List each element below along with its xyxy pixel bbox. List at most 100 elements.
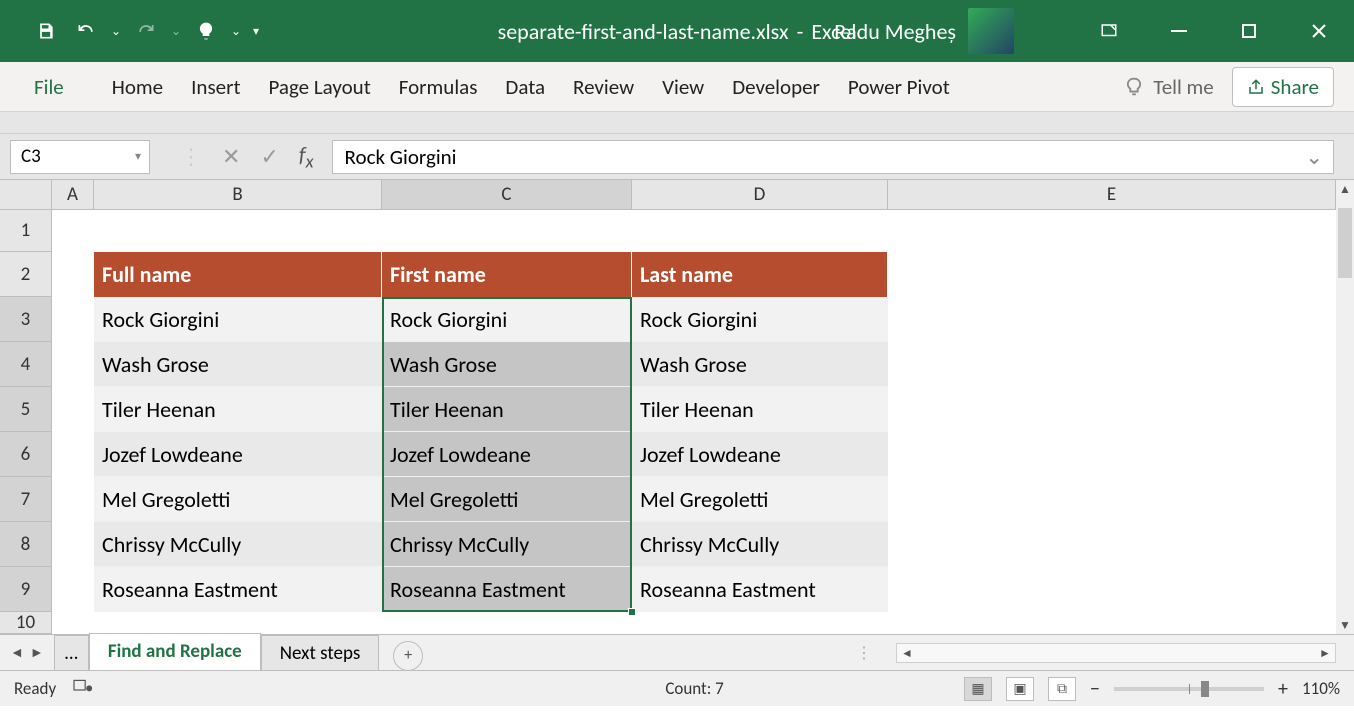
cell[interactable]: [52, 522, 94, 567]
formula-input[interactable]: Rock Giorgini: [332, 140, 1334, 174]
cell[interactable]: [52, 567, 94, 612]
horizontal-scrollbar[interactable]: ◄ ►: [896, 643, 1336, 663]
col-header-b[interactable]: B: [94, 180, 382, 209]
cell[interactable]: [52, 477, 94, 522]
row-header[interactable]: 7: [0, 477, 52, 522]
table-header[interactable]: Full name: [94, 252, 382, 297]
cell[interactable]: Jozef Lowdeane: [382, 432, 632, 477]
row-header[interactable]: 9: [0, 567, 52, 612]
sheet-tab[interactable]: Next steps: [261, 635, 380, 671]
sheet-overflow[interactable]: …: [54, 635, 89, 671]
tab-review[interactable]: Review: [559, 62, 648, 112]
maximize-button[interactable]: [1214, 0, 1284, 62]
scroll-right-button[interactable]: ►: [1315, 646, 1335, 661]
cell[interactable]: Jozef Lowdeane: [94, 432, 382, 477]
tab-power-pivot[interactable]: Power Pivot: [834, 62, 964, 112]
redo-button[interactable]: [128, 13, 164, 49]
cell[interactable]: Tiler Heenan: [382, 387, 632, 432]
user-section[interactable]: Radu Megheș: [834, 8, 1014, 54]
cell[interactable]: [52, 297, 94, 342]
cell[interactable]: Rock Giorgini: [94, 297, 382, 342]
qat-customize[interactable]: ▾: [248, 13, 264, 49]
redo-dropdown[interactable]: ⌄: [168, 13, 184, 49]
tab-view[interactable]: View: [648, 62, 718, 112]
close-button[interactable]: [1284, 0, 1354, 62]
sheet-nav-prev[interactable]: ◄: [10, 644, 24, 661]
row-header[interactable]: 8: [0, 522, 52, 567]
cell[interactable]: [52, 252, 94, 297]
table-header[interactable]: Last name: [632, 252, 888, 297]
cell[interactable]: Roseanna Eastment: [632, 567, 888, 612]
minimize-button[interactable]: [1144, 0, 1214, 62]
view-normal-button[interactable]: ▦: [964, 677, 992, 701]
select-all-corner[interactable]: [0, 180, 52, 210]
scroll-down-button[interactable]: ▼: [1336, 616, 1354, 634]
cell[interactable]: Mel Gregoletti: [382, 477, 632, 522]
cell[interactable]: Wash Grose: [382, 342, 632, 387]
sheet-nav-next[interactable]: ►: [30, 644, 44, 661]
cell[interactable]: Mel Gregoletti: [94, 477, 382, 522]
cell[interactable]: Chrissy McCully: [382, 522, 632, 567]
cell[interactable]: [52, 210, 94, 252]
cell[interactable]: [52, 387, 94, 432]
tab-insert[interactable]: Insert: [177, 62, 254, 112]
cell[interactable]: Tiler Heenan: [632, 387, 888, 432]
tab-developer[interactable]: Developer: [718, 62, 834, 112]
macro-record-icon[interactable]: [72, 678, 92, 699]
cell[interactable]: Rock Giorgini: [632, 297, 888, 342]
col-header-e[interactable]: E: [888, 180, 1336, 209]
enter-formula-button[interactable]: ✓: [260, 143, 278, 170]
row-header[interactable]: 3: [0, 297, 52, 342]
ideas-dropdown[interactable]: ⌄: [228, 13, 244, 49]
zoom-level[interactable]: 110%: [1302, 678, 1340, 699]
cell[interactable]: Chrissy McCully: [94, 522, 382, 567]
row-header[interactable]: 10: [0, 612, 52, 634]
cell[interactable]: Wash Grose: [94, 342, 382, 387]
tab-splitter[interactable]: ⋮: [856, 643, 874, 663]
row-header[interactable]: 5: [0, 387, 52, 432]
row-header[interactable]: 4: [0, 342, 52, 387]
new-sheet-button[interactable]: +: [393, 641, 423, 671]
tab-data[interactable]: Data: [491, 62, 559, 112]
row-header[interactable]: 6: [0, 432, 52, 477]
undo-dropdown[interactable]: ⌄: [108, 13, 124, 49]
zoom-slider[interactable]: [1114, 687, 1264, 691]
scroll-thumb[interactable]: [1338, 208, 1352, 278]
tab-formulas[interactable]: Formulas: [385, 62, 492, 112]
col-header-c[interactable]: C: [382, 180, 632, 209]
tab-page-layout[interactable]: Page Layout: [254, 62, 384, 112]
scroll-up-button[interactable]: ▲: [1336, 180, 1354, 198]
scroll-left-button[interactable]: ◄: [897, 646, 917, 661]
col-header-a[interactable]: A: [52, 180, 94, 209]
fill-handle[interactable]: [628, 608, 636, 616]
cell[interactable]: Jozef Lowdeane: [632, 432, 888, 477]
view-page-break-button[interactable]: ⧉: [1048, 677, 1076, 701]
cell[interactable]: Rock Giorgini: [382, 297, 632, 342]
share-button[interactable]: Share: [1232, 67, 1334, 107]
row-header[interactable]: 2: [0, 252, 52, 297]
table-header[interactable]: First name: [382, 252, 632, 297]
zoom-out-button[interactable]: −: [1090, 677, 1100, 701]
insert-function-button[interactable]: fx: [299, 141, 314, 172]
save-button[interactable]: [28, 13, 64, 49]
cell[interactable]: Mel Gregoletti: [632, 477, 888, 522]
sheet-tab[interactable]: Find and Replace: [89, 633, 261, 672]
ribbon-options-button[interactable]: [1074, 0, 1144, 62]
view-page-layout-button[interactable]: ▣: [1006, 677, 1034, 701]
cell[interactable]: [52, 342, 94, 387]
name-box[interactable]: C3: [10, 140, 150, 174]
cell[interactable]: Wash Grose: [632, 342, 888, 387]
cancel-formula-button[interactable]: ✕: [222, 143, 240, 170]
cells[interactable]: Full name First name Last name Rock Gior…: [52, 210, 1336, 634]
avatar[interactable]: [968, 8, 1014, 54]
cell[interactable]: Chrissy McCully: [632, 522, 888, 567]
undo-button[interactable]: [68, 13, 104, 49]
ideas-button[interactable]: [188, 13, 224, 49]
cell[interactable]: [52, 432, 94, 477]
vertical-scrollbar[interactable]: ▲ ▼: [1336, 180, 1354, 634]
row-header[interactable]: 1: [0, 210, 52, 252]
cell[interactable]: Tiler Heenan: [94, 387, 382, 432]
zoom-in-button[interactable]: +: [1278, 677, 1288, 701]
tab-file[interactable]: File: [20, 62, 78, 112]
cell[interactable]: Roseanna Eastment: [94, 567, 382, 612]
